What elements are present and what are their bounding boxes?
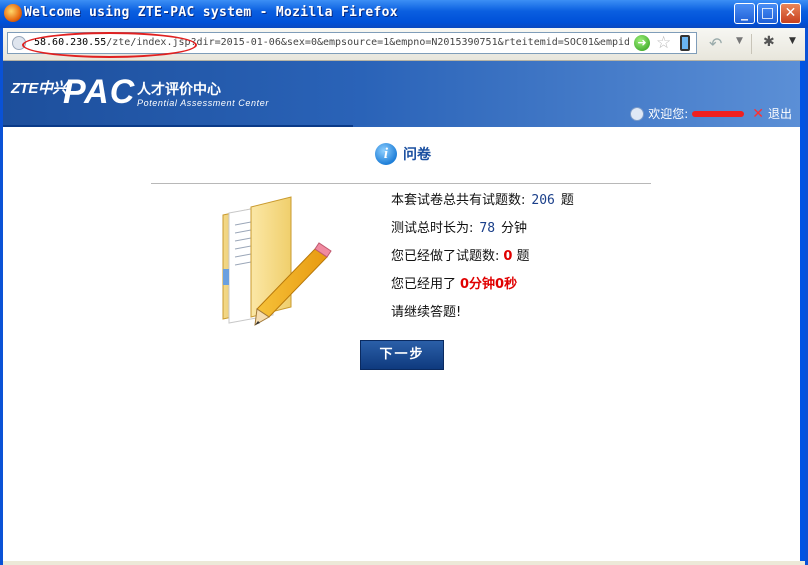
total-time-value: 78 <box>479 221 496 236</box>
total-time-unit: 分钟 <box>501 221 528 236</box>
addon-icon[interactable]: ✱ <box>763 34 775 50</box>
continue-text: 请继续答题! <box>391 305 462 320</box>
user-icon <box>630 106 645 121</box>
banner-strip <box>3 125 353 127</box>
firefox-icon <box>4 4 22 22</box>
go-icon[interactable]: ➜ <box>634 35 650 51</box>
back-arrow-icon[interactable]: ↶ <box>709 34 722 53</box>
chevron-down-icon[interactable]: ▼ <box>789 36 796 46</box>
total-time-line: 测试总时长为: 78 分钟 <box>391 218 574 246</box>
total-questions-label: 本套试卷总共有试题数: <box>391 193 526 208</box>
elapsed-line: 您已经用了 0分钟0秒 <box>391 274 574 302</box>
redacted-username <box>692 110 745 117</box>
answered-unit: 题 <box>516 249 530 264</box>
welcome-label: 欢迎您: <box>648 107 689 121</box>
total-questions-unit: 题 <box>560 193 574 208</box>
continue-message: 请继续答题! <box>391 302 574 330</box>
info-icon: i <box>375 143 397 165</box>
header-banner: ZTE中兴 PAC 人才评价中心 Potential Assessment Ce… <box>3 61 800 127</box>
url-text[interactable]: 58.60.230.55/zte/index.jsp?dir=2015-01-0… <box>34 37 629 48</box>
title-bar: Welcome using ZTE-PAC system - Mozilla F… <box>0 0 808 28</box>
maximize-button[interactable]: □ <box>757 3 778 24</box>
close-icon[interactable]: ✕ <box>752 106 764 122</box>
progress-info: 本套试卷总共有试题数: 206 题 测试总时长为: 78 分钟 您已经做了试题数: 0 题 … <box>391 190 574 330</box>
elapsed-value: 0分钟0秒 <box>460 277 518 292</box>
answered-line: 您已经做了试题数: 0 题 <box>391 246 574 274</box>
pac-logo: PAC <box>63 73 136 111</box>
url-path: /zte/index.jsp?dir=2015-01-06&sex=0&emps… <box>106 37 629 48</box>
page-title: 问卷 <box>403 147 431 163</box>
answered-label: 您已经做了试题数: <box>391 249 500 264</box>
address-bar[interactable]: 58.60.230.55/zte/index.jsp?dir=2015-01-0… <box>7 32 697 54</box>
window-title: Welcome using ZTE-PAC system - Mozilla F… <box>24 5 398 20</box>
toolbar-separator <box>751 34 752 54</box>
panel-header: i 问卷 <box>375 143 431 165</box>
page-content: ZTE中兴 PAC 人才评价中心 Potential Assessment Ce… <box>3 61 800 561</box>
site-identity-icon[interactable] <box>12 36 26 50</box>
bookmark-star-icon[interactable]: ☆ <box>656 33 671 53</box>
center-title: 人才评价中心 <box>137 82 221 98</box>
answered-value: 0 <box>503 249 513 264</box>
center-subtitle: Potential Assessment Center <box>137 98 269 108</box>
phone-icon[interactable] <box>680 35 690 51</box>
total-questions-value: 206 <box>531 193 555 208</box>
folder-pencil-icon <box>222 196 332 326</box>
chevron-down-icon[interactable]: ▼ <box>736 36 743 46</box>
divider <box>151 183 651 184</box>
url-host: 58.60.230.55 <box>34 37 107 48</box>
total-time-label: 测试总时长为: <box>391 221 474 236</box>
logout-link[interactable]: 退出 <box>768 105 792 122</box>
close-button[interactable]: ✕ <box>780 3 801 24</box>
zte-logo: ZTE中兴 <box>11 80 67 97</box>
user-area: 欢迎您: ✕ 退出 <box>630 105 792 122</box>
total-questions-line: 本套试卷总共有试题数: 206 题 <box>391 190 574 218</box>
navigation-toolbar: 58.60.230.55/zte/index.jsp?dir=2015-01-0… <box>3 28 805 61</box>
elapsed-label: 您已经用了 <box>391 277 457 292</box>
status-bar <box>3 561 805 565</box>
minimize-button[interactable]: _ <box>734 3 755 24</box>
next-step-button[interactable]: 下一步 <box>360 340 444 370</box>
